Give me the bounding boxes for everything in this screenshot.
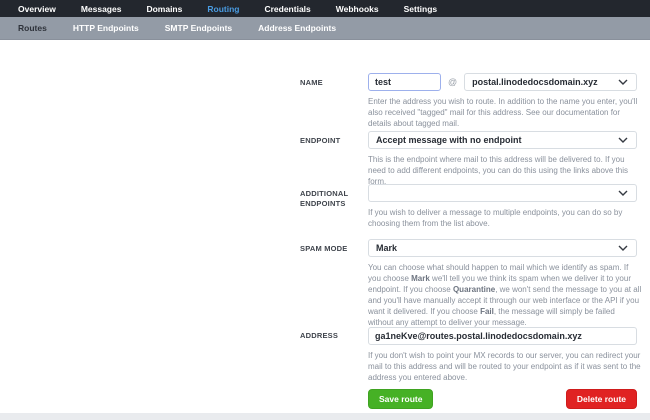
tab-domains[interactable]: Domains: [146, 4, 182, 14]
endpoint-label: ENDPOINT: [300, 136, 341, 145]
endpoint-help-text: This is the endpoint where mail to this …: [368, 155, 629, 186]
tab-messages[interactable]: Messages: [81, 4, 122, 14]
page-footer-strip: [0, 413, 650, 420]
name-label: NAME: [300, 78, 323, 87]
sub-navigation: Routes HTTP Endpoints SMTP Endpoints Add…: [0, 17, 650, 40]
chevron-down-icon: [618, 137, 628, 143]
subnav-item-http-endpoints[interactable]: HTTP Endpoints: [73, 23, 139, 33]
route-form: NAME @ postal.linodedocsdomain.xyz Enter…: [0, 41, 650, 413]
spam-mode-select-value: Mark: [376, 243, 398, 253]
chevron-down-icon: [618, 245, 628, 251]
address-label: ADDRESS: [300, 331, 339, 340]
spam-mode-help-text: You can choose what should happen to mai…: [368, 263, 642, 327]
additional-endpoints-select[interactable]: [368, 184, 637, 202]
additional-endpoints-label: ADDITIONAL ENDPOINTS: [300, 189, 349, 208]
tab-settings[interactable]: Settings: [404, 4, 438, 14]
tab-routing[interactable]: Routing: [207, 4, 239, 14]
spam-mode-label: SPAM MODE: [300, 244, 348, 253]
domain-select-value: postal.linodedocsdomain.xyz: [472, 77, 598, 87]
address-input[interactable]: [368, 327, 637, 345]
subnav-item-address-endpoints[interactable]: Address Endpoints: [258, 23, 336, 33]
subnav-item-routes[interactable]: Routes: [18, 23, 47, 33]
spam-mode-select[interactable]: Mark: [368, 239, 637, 257]
tab-overview[interactable]: Overview: [18, 4, 56, 14]
endpoint-select[interactable]: Accept message with no endpoint: [368, 131, 637, 149]
chevron-down-icon: [618, 190, 628, 196]
name-input[interactable]: [368, 73, 441, 91]
form-actions: Save route Delete route: [368, 389, 637, 409]
save-route-button[interactable]: Save route: [368, 389, 434, 409]
subnav-item-smtp-endpoints[interactable]: SMTP Endpoints: [165, 23, 232, 33]
tab-credentials[interactable]: Credentials: [264, 4, 310, 14]
chevron-down-icon: [618, 79, 628, 85]
top-navigation: Overview Messages Domains Routing Creden…: [0, 0, 650, 17]
domain-select[interactable]: postal.linodedocsdomain.xyz: [464, 73, 637, 91]
name-help-text: Enter the address you wish to route. In …: [368, 97, 638, 128]
additional-endpoints-help-text: If you wish to deliver a message to mult…: [368, 208, 623, 228]
at-symbol: @: [448, 77, 458, 87]
address-help-text: If you don't wish to point your MX recor…: [368, 351, 641, 382]
delete-route-button[interactable]: Delete route: [565, 389, 637, 409]
tab-webhooks[interactable]: Webhooks: [336, 4, 379, 14]
endpoint-select-value: Accept message with no endpoint: [376, 135, 522, 145]
